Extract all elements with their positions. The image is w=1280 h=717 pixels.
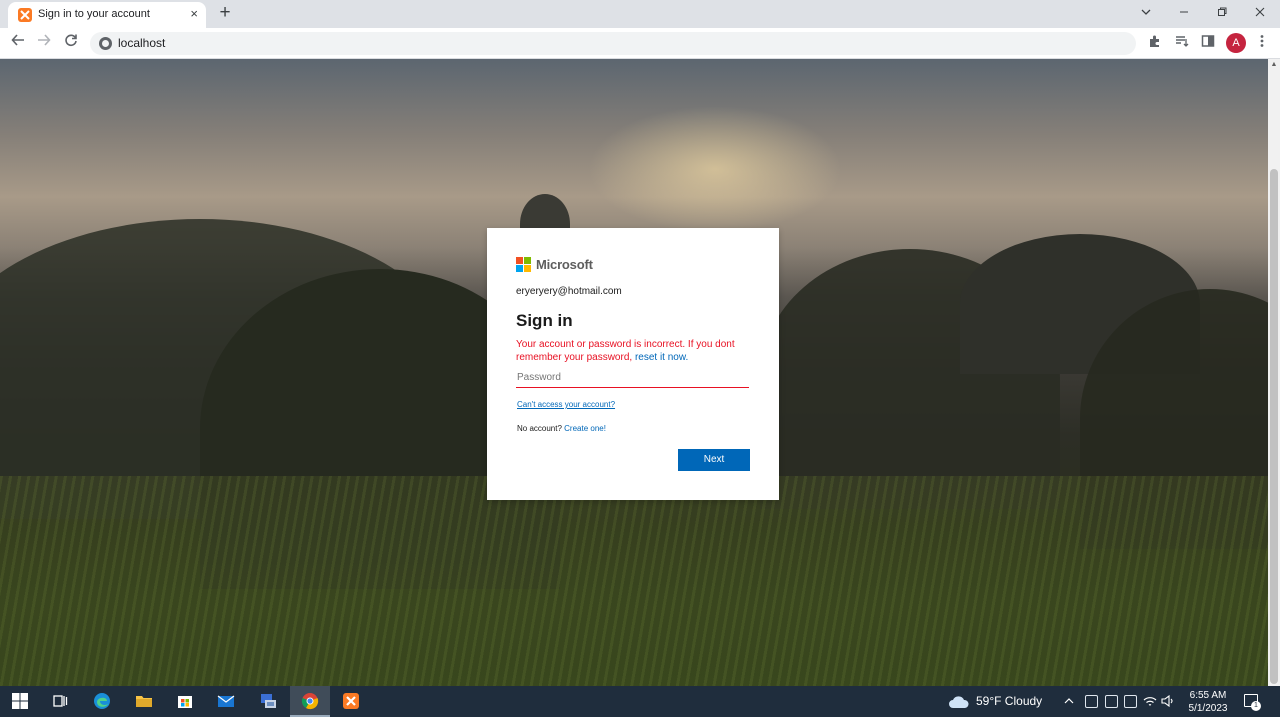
scrollbar-thumb[interactable] [1270,169,1278,684]
windows-start-button[interactable] [0,686,40,717]
reload-icon[interactable] [59,31,83,55]
cant-access-account-link[interactable]: Can't access your account? [517,400,615,409]
weather-text: 59°F Cloudy [976,694,1043,708]
system-clock[interactable]: 6:55 AM 5/1/2023 [1180,689,1236,715]
browser-toolbar: localhost A [0,28,1280,59]
error-message: Your account or password is incorrect. I… [516,338,756,364]
chrome-icon [301,693,319,710]
profile-avatar[interactable]: A [1226,33,1246,53]
security-status-icon[interactable] [1085,695,1098,708]
store-icon [178,696,192,708]
reset-password-link[interactable]: reset it now. [635,352,688,363]
browser-tab[interactable]: Sign in to your account × [8,2,206,28]
forward-arrow-icon[interactable] [32,31,56,55]
xampp-icon [343,693,359,709]
clock-time: 6:55 AM [1189,690,1227,701]
edge-icon [94,693,110,709]
screen: Sign in to your account × + localhost A … [0,0,1280,717]
scroll-up-arrow-icon[interactable]: ▲ [1268,61,1280,68]
page-scrollbar[interactable]: ▲ [1268,59,1280,686]
no-account-label: No account? [517,424,562,433]
network-computer-icon [261,694,276,708]
extensions-puzzle-icon[interactable] [1146,34,1164,52]
site-info-icon[interactable] [99,37,112,50]
notification-center-icon[interactable]: 1 [1244,694,1261,711]
page-title: Sign in [516,311,573,330]
chrome-taskbar-button[interactable] [290,686,330,717]
task-view-button[interactable] [40,686,80,717]
error-text: Your account or password is incorrect. I… [516,339,735,363]
cloud-icon [949,696,969,708]
next-button[interactable]: Next [678,449,750,471]
account-email: eryeryery@hotmail.com [516,286,622,297]
back-arrow-icon[interactable] [6,31,30,55]
tab-search-chevron-icon[interactable] [1127,0,1165,26]
tab-title: Sign in to your account [38,8,150,20]
tab-close-icon[interactable]: × [190,6,198,22]
clock-date: 5/1/2023 [1188,703,1228,714]
new-tab-button[interactable]: + [214,2,236,24]
minimize-button[interactable] [1165,0,1203,26]
network-app-taskbar-button[interactable] [248,686,288,717]
microsoft-logo-icon [516,257,531,272]
url-text: localhost [118,36,166,50]
browser-tab-bar: Sign in to your account × + [0,0,1280,28]
windows-logo-icon [12,693,28,709]
display-icon[interactable] [1124,695,1137,708]
mail-icon [217,695,235,707]
task-view-icon [53,695,68,707]
maximize-button[interactable] [1203,0,1241,26]
grass-foreground [0,476,1268,686]
no-account-row: No account? Create one! [517,424,606,433]
create-account-link[interactable]: Create one! [564,424,606,433]
file-explorer-taskbar-button[interactable] [124,686,164,717]
password-field[interactable] [516,368,749,388]
folder-icon [136,696,152,707]
xampp-favicon-icon [18,8,32,22]
close-window-button[interactable] [1241,0,1279,26]
side-panel-icon[interactable] [1199,34,1217,52]
battery-icon[interactable] [1105,695,1118,708]
signin-card: Microsoft eryeryery@hotmail.com Sign in … [487,228,779,500]
xampp-taskbar-button[interactable] [331,686,371,717]
store-taskbar-button[interactable] [165,686,205,717]
more-menu-icon[interactable] [1253,34,1271,52]
windows-taskbar: 59°F Cloudy 6:55 AM 5/1/2023 1 [0,686,1280,717]
brand-name: Microsoft [536,257,593,272]
mail-taskbar-button[interactable] [206,686,246,717]
reading-list-icon[interactable] [1173,34,1191,52]
edge-taskbar-button[interactable] [82,686,122,717]
notification-count-badge: 1 [1251,701,1261,711]
address-bar[interactable]: localhost [90,32,1136,55]
show-hidden-icons-chevron-icon[interactable] [1064,686,1076,717]
